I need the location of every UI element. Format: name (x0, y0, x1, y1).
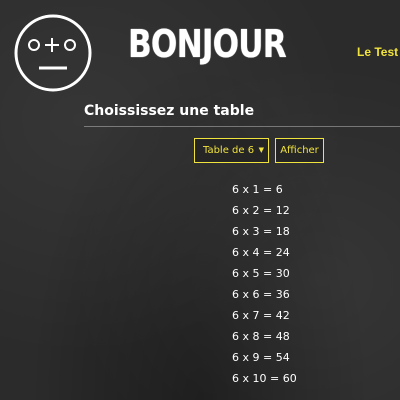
brand-title: BONJOUR (128, 22, 287, 66)
table-select-value: Table de 6 (203, 145, 255, 156)
result-line: 6 x 5 = 30 (232, 267, 290, 280)
result-line: 6 x 10 = 60 (232, 372, 297, 385)
chevron-down-icon: ▼ (258, 146, 264, 154)
result-line: 6 x 7 = 42 (232, 309, 290, 322)
result-line: 6 x 3 = 18 (232, 225, 290, 238)
heading-divider (84, 126, 400, 127)
result-line: 6 x 8 = 48 (232, 330, 290, 343)
result-line: 6 x 2 = 12 (232, 204, 290, 217)
multiplication-results: 6 x 1 = 6 6 x 2 = 12 6 x 3 = 18 6 x 4 = … (232, 183, 297, 393)
show-button[interactable]: Afficher (275, 138, 324, 163)
result-line: 6 x 1 = 6 (232, 183, 283, 196)
result-line: 6 x 4 = 24 (232, 246, 290, 259)
nav-link-le-test[interactable]: Le Test (357, 45, 398, 59)
result-line: 6 x 9 = 54 (232, 351, 290, 364)
page-heading: Choississez une table (84, 103, 255, 119)
smiley-face-icon[interactable] (12, 12, 94, 94)
result-line: 6 x 6 = 36 (232, 288, 290, 301)
table-select[interactable]: Table de 6 ▼ (194, 138, 269, 163)
